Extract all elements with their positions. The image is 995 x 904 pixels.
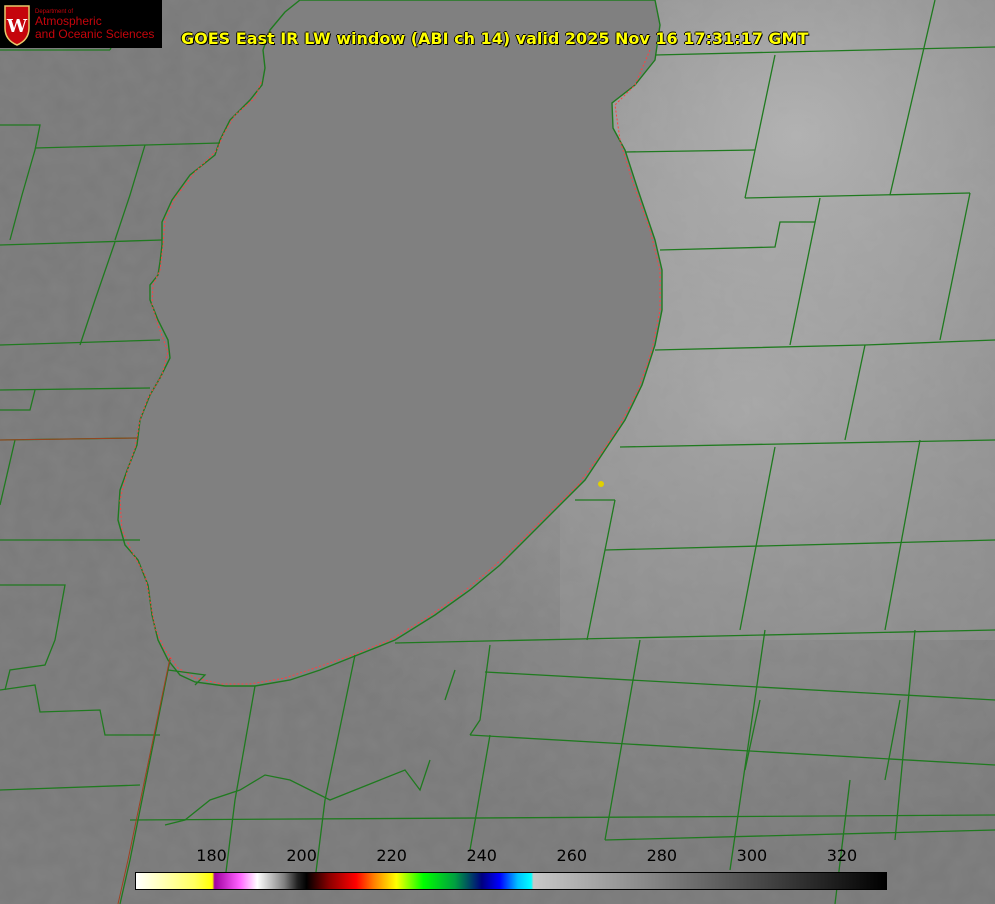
satellite-image: W Department of Atmospheric and Oceanic … xyxy=(0,0,995,904)
uw-crest-icon: W xyxy=(4,5,30,46)
colorbar xyxy=(135,872,887,890)
map-view xyxy=(0,0,995,904)
colorbar-tick-label: 300 xyxy=(736,846,768,865)
crest-letter: W xyxy=(6,16,28,37)
colorbar-tick-label: 320 xyxy=(826,846,858,865)
colorbar-tick-label: 240 xyxy=(466,846,497,865)
station-marker xyxy=(598,481,604,487)
colorbar-tick-labels: 180 200 220 240 260 280 300 320 xyxy=(0,846,995,868)
colorbar-tick-label: 260 xyxy=(556,846,588,865)
colorbar-tick-label: 180 xyxy=(196,846,227,865)
logo-line-1: Atmospheric xyxy=(35,14,102,28)
colorbar-tick-label: 280 xyxy=(646,846,678,865)
image-title: GOES East IR LW window (ABI ch 14) valid… xyxy=(181,29,809,48)
logo-line-2: and Oceanic Sciences xyxy=(35,27,155,41)
uw-aos-logo: W Department of Atmospheric and Oceanic … xyxy=(0,0,162,48)
colorbar-tick-label: 220 xyxy=(376,846,407,865)
colorbar-tick-label: 200 xyxy=(286,846,317,865)
